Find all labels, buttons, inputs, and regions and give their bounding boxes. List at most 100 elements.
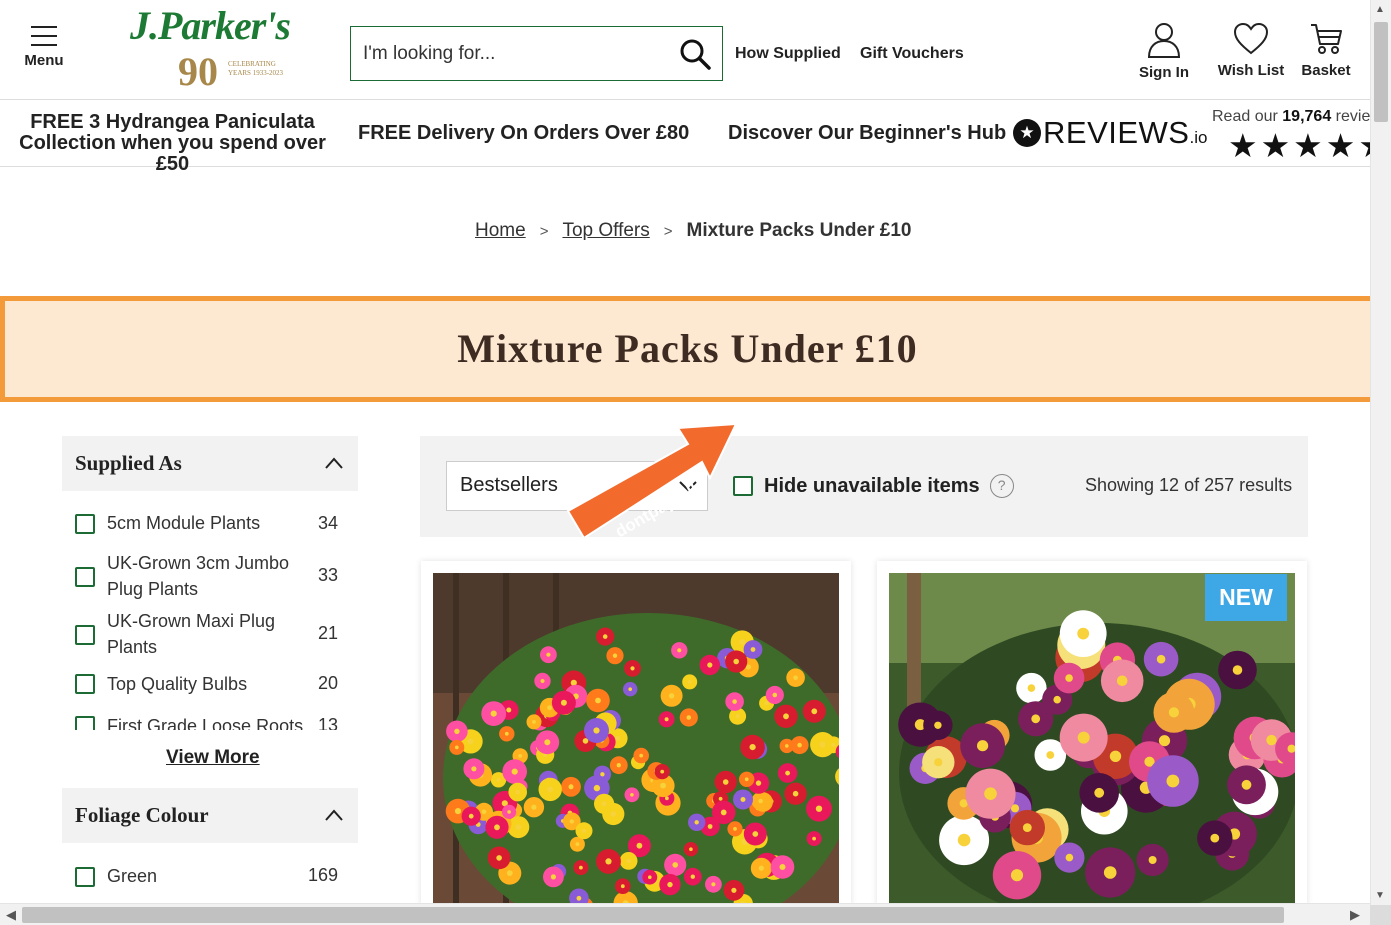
hide-unavailable-toggle[interactable]: Hide unavailable items ? xyxy=(733,474,1014,498)
scroll-right-icon[interactable]: ▶ xyxy=(1350,907,1360,923)
flower-center xyxy=(1210,833,1220,843)
flower-center xyxy=(718,796,723,801)
flower-center xyxy=(1094,787,1105,798)
facet-foliage-colour-header[interactable]: Foliage Colour xyxy=(62,788,358,843)
flower-center xyxy=(612,653,618,658)
chevron-up-icon xyxy=(325,457,343,469)
flower-center xyxy=(831,742,836,747)
promo-delivery-link[interactable]: FREE Delivery On Orders Over £80 xyxy=(358,122,689,145)
reviews-suffix: revie xyxy=(1335,108,1371,125)
flower-center xyxy=(732,699,737,704)
facet-checkbox[interactable] xyxy=(75,674,95,694)
vertical-scrollbar[interactable]: ▲ ▼ xyxy=(1370,0,1391,905)
facet-option-count: 34 xyxy=(317,513,338,533)
facet-checkbox[interactable] xyxy=(75,514,95,534)
facet-supplied-as-header[interactable]: Supplied As xyxy=(62,436,358,491)
facet-option-label: UK-Grown Maxi Plug Plants xyxy=(107,611,276,657)
flower-center xyxy=(496,777,501,782)
breadcrumb-top-offers[interactable]: Top Offers xyxy=(562,220,649,242)
promo-offer-link[interactable]: FREE 3 Hydrangea Paniculata Collection w… xyxy=(10,112,335,175)
basket-button[interactable]: Basket xyxy=(1300,22,1352,79)
flower-center xyxy=(518,754,523,758)
facet-supplied-as-list: 5cm Module Plants 34 UK-Grown 3cm Jumbo … xyxy=(62,497,358,730)
hide-unavailable-checkbox[interactable] xyxy=(733,476,753,496)
flower-center xyxy=(471,766,477,772)
flower-center xyxy=(707,824,713,829)
reviews-io-logo[interactable]: ★ REVIEWS .io xyxy=(1013,115,1207,150)
search-input[interactable] xyxy=(363,39,663,69)
flower-center xyxy=(752,831,759,837)
flower-center xyxy=(531,804,537,810)
sign-in-button[interactable]: Sign In xyxy=(1138,22,1190,81)
search-icon[interactable] xyxy=(678,37,712,71)
flower-center xyxy=(797,742,802,748)
facet-option[interactable]: Top Quality Bulbs 20 xyxy=(62,665,358,705)
flower-center xyxy=(630,666,635,671)
site-header: Menu J.Parker's 90 CELEBRATING YEARS 193… xyxy=(0,0,1370,100)
flower-center xyxy=(793,675,798,680)
flower-center xyxy=(783,713,789,720)
facet-option[interactable]: UK-Grown 3cm Jumbo Plug Plants 33 xyxy=(62,549,358,607)
flower-center xyxy=(785,770,790,776)
facet-option-count: 13 xyxy=(317,715,338,730)
facet-option-count: 33 xyxy=(317,565,338,585)
how-supplied-link[interactable]: How Supplied xyxy=(735,45,841,63)
facet-option[interactable]: 5cm Module Plants 34 xyxy=(62,497,358,549)
flower-center xyxy=(792,790,799,797)
gift-vouchers-link[interactable]: Gift Vouchers xyxy=(860,45,964,63)
facet-option[interactable]: UK-Grown Maxi Plug Plants 21 xyxy=(62,607,358,665)
breadcrumb-home[interactable]: Home xyxy=(475,220,526,242)
site-logo[interactable]: J.Parker's 90 CELEBRATING YEARS 1933-202… xyxy=(128,2,293,94)
scroll-left-icon[interactable]: ◀ xyxy=(6,907,16,923)
flower-center xyxy=(454,808,462,815)
flower-center xyxy=(546,652,551,657)
help-icon[interactable]: ? xyxy=(989,474,1014,498)
flower-center xyxy=(811,708,818,715)
scroll-down-icon[interactable]: ▼ xyxy=(1375,890,1385,901)
flower-center xyxy=(481,809,487,815)
flower-center xyxy=(1077,627,1090,640)
flower-center xyxy=(722,779,729,785)
view-more-link[interactable]: View More xyxy=(166,747,260,769)
horizontal-scrollbar[interactable]: ◀ ▶ xyxy=(0,903,1370,925)
facet-checkbox[interactable] xyxy=(75,716,95,730)
reviews-count[interactable]: Read our 19,764 revie xyxy=(1212,108,1370,126)
dahlia-flowers-image xyxy=(889,573,1295,906)
product-image[interactable] xyxy=(433,573,839,906)
facet-option-label: First Grade Loose Roots xyxy=(107,716,304,730)
product-card[interactable]: NEW xyxy=(877,561,1307,906)
flower-center xyxy=(660,782,666,789)
wish-list-button[interactable]: Wish List xyxy=(1216,22,1286,79)
flower-center xyxy=(711,882,716,887)
flower-center xyxy=(1156,654,1166,664)
flower-center xyxy=(735,714,740,719)
facet-option[interactable]: First Grade Loose Roots 13 xyxy=(62,705,358,730)
flower-center xyxy=(490,710,497,717)
reviews-brand: REVIEWS xyxy=(1043,115,1190,150)
flower-center xyxy=(731,887,737,893)
product-image[interactable] xyxy=(889,573,1295,906)
scroll-up-icon[interactable]: ▲ xyxy=(1375,4,1385,15)
sort-select[interactable]: Bestsellers xyxy=(446,461,708,511)
flower-center xyxy=(707,662,713,668)
flower-center xyxy=(1103,866,1117,879)
flower-center xyxy=(772,692,778,698)
menu-button[interactable]: Menu xyxy=(18,26,70,69)
flower-center xyxy=(758,798,763,804)
flower-center xyxy=(593,784,601,792)
facet-option[interactable]: Green 169 xyxy=(62,850,358,902)
facet-checkbox[interactable] xyxy=(75,867,95,887)
flower-center xyxy=(600,772,605,777)
beginners-hub-link[interactable]: Discover Our Beginner's Hub xyxy=(728,122,1006,145)
heart-icon xyxy=(1233,22,1269,55)
scroll-thumb[interactable] xyxy=(1374,22,1388,122)
flower-center xyxy=(515,824,522,830)
product-card[interactable] xyxy=(421,561,851,906)
scroll-thumb-horizontal[interactable] xyxy=(22,907,1284,923)
flower-center xyxy=(755,780,762,786)
flower-center xyxy=(602,634,608,639)
results-count: Showing 12 of 257 results xyxy=(1085,475,1293,495)
facet-checkbox[interactable] xyxy=(75,567,95,587)
flower-center xyxy=(504,731,509,736)
facet-checkbox[interactable] xyxy=(75,625,95,645)
